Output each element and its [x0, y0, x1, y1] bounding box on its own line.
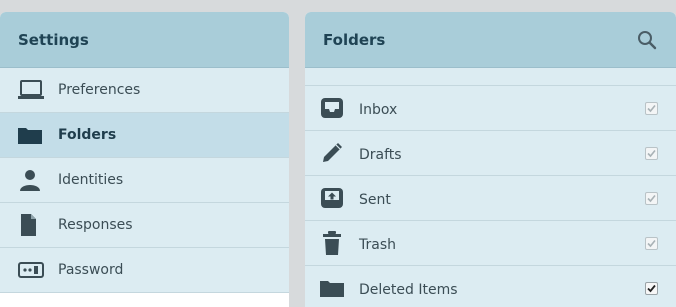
- settings-item-password[interactable]: Password: [0, 248, 289, 293]
- folder-list: Inbox Drafts Sent Trash Deleted Items: [305, 68, 676, 307]
- folder-label: Drafts: [359, 147, 402, 163]
- settings-item-folders[interactable]: Folders: [0, 113, 289, 158]
- folder-label: Inbox: [359, 102, 398, 118]
- folder-row-deleted-items[interactable]: Deleted Items: [305, 266, 676, 307]
- settings-item-label: Password: [58, 262, 124, 278]
- pencil-icon: [319, 140, 345, 166]
- settings-item-label: Responses: [58, 217, 133, 233]
- folder-row-drafts[interactable]: Drafts: [305, 131, 676, 176]
- settings-item-preferences[interactable]: Preferences: [0, 68, 289, 113]
- folder-icon: [319, 275, 345, 301]
- sent-icon: [319, 185, 345, 211]
- password-icon: [18, 258, 48, 282]
- inbox-icon: [319, 95, 345, 121]
- folders-panel: Folders Inbox Drafts Sent Trash Deleted …: [305, 12, 676, 307]
- folder-label: Sent: [359, 192, 391, 208]
- settings-item-label: Identities: [58, 172, 124, 188]
- subscribe-checkbox[interactable]: [645, 236, 658, 250]
- document-icon: [18, 213, 48, 237]
- subscribe-checkbox[interactable]: [645, 191, 658, 205]
- settings-item-label: Folders: [58, 127, 117, 143]
- subscribe-checkbox[interactable]: [645, 146, 658, 160]
- folder-row-trash[interactable]: Trash: [305, 221, 676, 266]
- trash-icon: [319, 230, 345, 256]
- folder-label: Trash: [359, 237, 396, 253]
- folder-list-spacer: [305, 68, 676, 86]
- folder-icon: [18, 123, 48, 147]
- settings-panel: Settings Preferences Folders Identities …: [0, 12, 289, 307]
- user-icon: [18, 168, 48, 192]
- settings-item-label: Preferences: [58, 82, 141, 98]
- settings-header: Settings: [0, 12, 289, 68]
- settings-item-identities[interactable]: Identities: [0, 158, 289, 203]
- subscribe-checkbox[interactable]: [645, 281, 658, 295]
- search-icon[interactable]: [636, 29, 658, 51]
- settings-item-responses[interactable]: Responses: [0, 203, 289, 248]
- settings-title: Settings: [18, 30, 89, 49]
- folders-title: Folders: [323, 30, 386, 49]
- settings-list: Preferences Folders Identities Responses…: [0, 68, 289, 293]
- folder-row-inbox[interactable]: Inbox: [305, 86, 676, 131]
- folder-label: Deleted Items: [359, 282, 458, 298]
- folders-header: Folders: [305, 12, 676, 68]
- folder-row-sent[interactable]: Sent: [305, 176, 676, 221]
- subscribe-checkbox[interactable]: [645, 101, 658, 115]
- monitor-icon: [18, 78, 48, 102]
